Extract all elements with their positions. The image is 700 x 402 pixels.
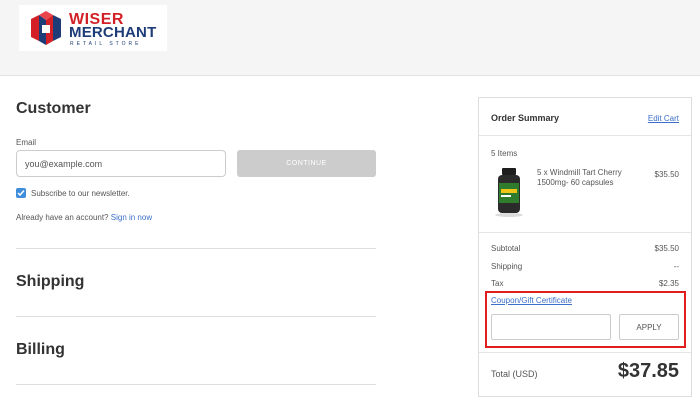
subtotal-label: Subtotal [491, 244, 521, 253]
store-logo[interactable]: WISER MERCHANT RETAIL STORE [19, 5, 167, 51]
tax-value: $2.35 [658, 279, 679, 288]
order-summary-title: Order Summary [491, 113, 560, 123]
subtotal-value: $35.50 [654, 244, 679, 253]
summary-divider [479, 352, 691, 353]
shipping-cost-label: Shipping [491, 262, 523, 271]
shipping-title[interactable]: Shipping [16, 273, 84, 291]
supplement-bottle-icon [495, 168, 523, 217]
section-divider [16, 384, 376, 385]
total-label: Total (USD) [491, 369, 538, 379]
coupon-highlight-box [485, 291, 686, 348]
section-divider [16, 248, 376, 249]
items-count: 5 Items [491, 149, 518, 158]
logo-text-tagline: RETAIL STORE [70, 41, 142, 47]
section-divider [16, 316, 376, 317]
customer-title: Customer [16, 100, 91, 117]
account-prompt: Already have an account? Sign in now [16, 213, 152, 222]
email-label: Email [16, 138, 37, 147]
newsletter-checkbox[interactable] [16, 188, 26, 198]
logo-mark-icon [31, 11, 61, 45]
summary-divider [479, 135, 691, 136]
header: WISER MERCHANT RETAIL STORE [0, 0, 700, 76]
product-name: 5 x Windmill Tart Cherry 1500mg- 60 caps… [537, 168, 622, 187]
summary-divider [479, 232, 691, 233]
shipping-cost-value: -- [673, 262, 679, 271]
newsletter-label: Subscribe to our newsletter. [31, 189, 130, 198]
billing-title[interactable]: Billing [16, 341, 65, 359]
account-prompt-text: Already have an account? [16, 213, 109, 222]
order-summary: Order Summary Edit Cart 5 Items 5 x Wind… [478, 97, 692, 397]
email-field[interactable] [16, 150, 226, 177]
product-price: $35.50 [654, 170, 679, 179]
tax-label: Tax [491, 279, 504, 288]
logo-text-merchant: MERCHANT [69, 24, 157, 41]
sign-in-link[interactable]: Sign in now [111, 213, 152, 222]
edit-cart-link[interactable]: Edit Cart [648, 114, 679, 123]
checkmark-icon [17, 190, 25, 197]
continue-button[interactable]: CONTINUE [237, 150, 376, 177]
total-value: $37.85 [617, 360, 679, 382]
